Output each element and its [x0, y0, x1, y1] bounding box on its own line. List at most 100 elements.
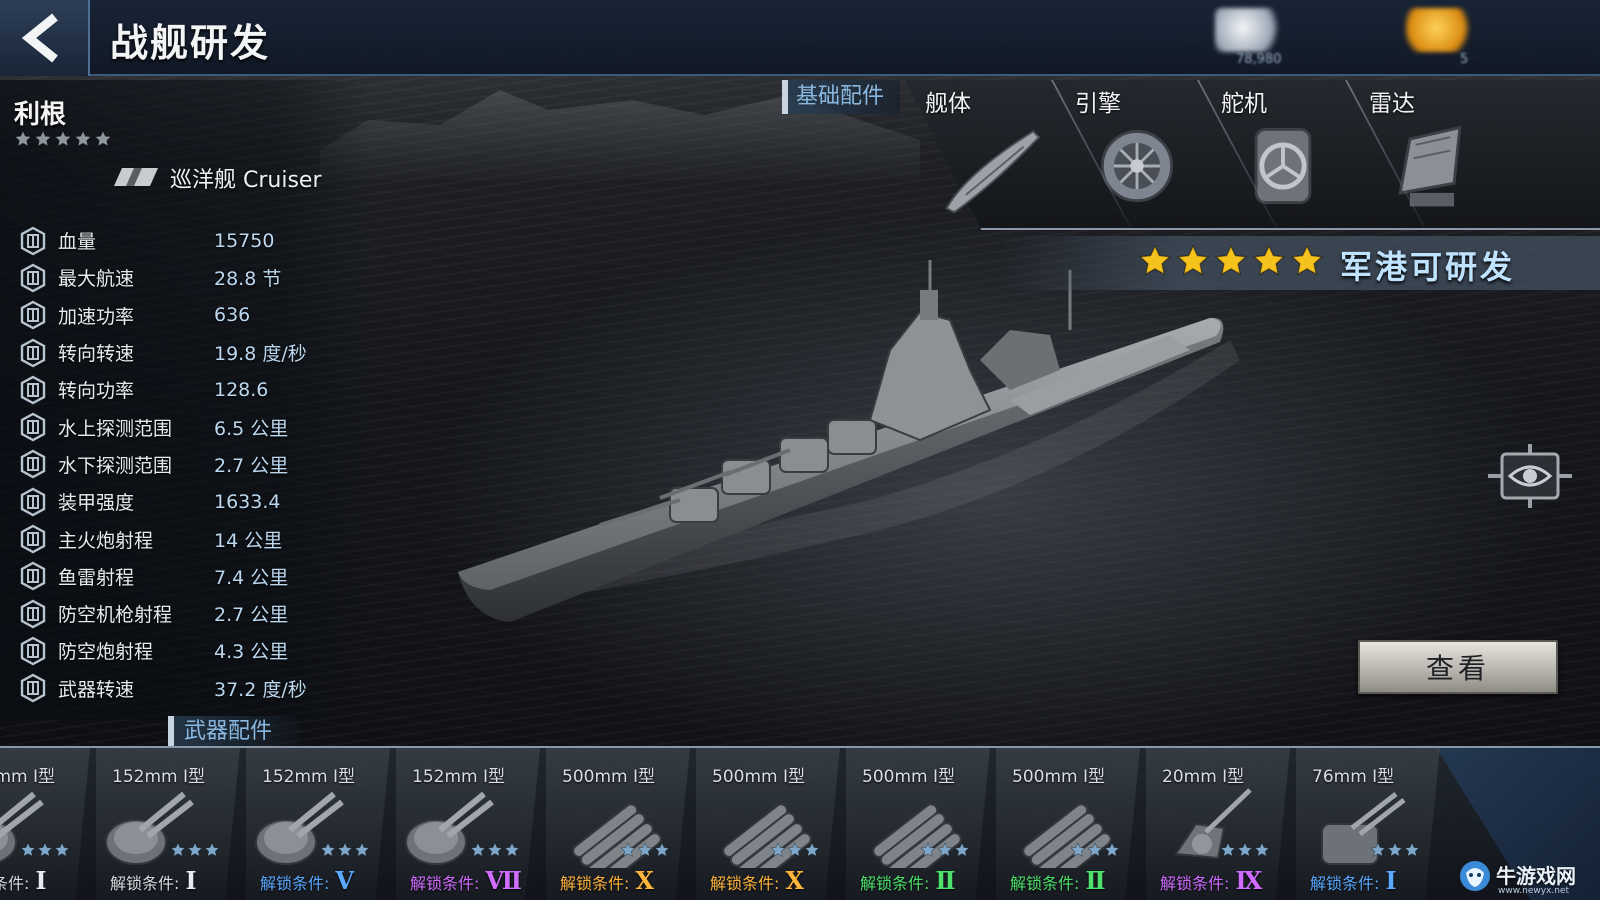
unlock-tier: Ⅴ: [335, 866, 355, 895]
weapon-star-icon: [54, 842, 70, 857]
part-tab-label: 舵机: [1221, 91, 1267, 117]
stat-label: 装甲强度: [58, 492, 135, 515]
weapon-star-rating: [1370, 842, 1420, 858]
weapon-parts-strip: 152mm Ⅰ型解锁条件:Ⅰ152mm Ⅰ型解锁条件:Ⅰ152mm Ⅰ型解锁条件…: [0, 746, 1600, 900]
unlock-tier: Ⅰ: [185, 866, 197, 895]
weapon-unlock-condition: 解锁条件: Ⅰ: [0, 866, 47, 895]
ship-class-icon: [114, 168, 158, 186]
view-button[interactable]: 查看: [1358, 640, 1558, 694]
weapon-slot[interactable]: 152mm Ⅰ型解锁条件: Ⅰ: [0, 748, 96, 900]
cruiser-ship-model[interactable]: [450, 250, 1250, 640]
silver-currency-icon[interactable]: [1215, 8, 1285, 52]
weapon-star-icon: [937, 842, 953, 857]
unlock-label: 解锁条件:: [260, 874, 330, 893]
gold-currency-icon[interactable]: [1405, 8, 1475, 52]
part-tab[interactable]: 引擎: [1055, 80, 1205, 226]
weapon-star-rating: [770, 842, 820, 858]
weapon-slot[interactable]: 500mm Ⅰ型 解锁条件: Ⅹ: [696, 748, 846, 900]
weapon-star-icon: [1104, 842, 1120, 857]
weapon-slot[interactable]: 76mm Ⅰ型 解锁条件: Ⅰ: [1296, 748, 1446, 900]
weapon-slot[interactable]: 500mm Ⅰ型 解锁条件: Ⅱ: [846, 748, 996, 900]
stat-gear-icon: [20, 487, 46, 517]
watermark-logo-icon: [1460, 861, 1490, 891]
weapon-unlock-condition: 解锁条件: Ⅱ: [1010, 866, 1106, 895]
weapon-star-icon: [170, 842, 186, 857]
weapon-star-icon: [920, 842, 936, 857]
weapon-unlock-condition: 解锁条件: Ⅰ: [110, 866, 197, 895]
weapon-slot[interactable]: 500mm Ⅰ型解锁条件: Ⅹ: [546, 748, 696, 900]
weapon-slot[interactable]: 152mm Ⅰ型 解锁条件: Ⅴ: [246, 748, 396, 900]
weapon-name: 500mm Ⅰ型: [1012, 767, 1105, 787]
stat-row: 主火炮射程 14 公里: [18, 520, 358, 557]
stat-value: 15750: [214, 229, 275, 252]
stat-value: 4.3 公里: [214, 641, 289, 664]
weapon-star-rating: [320, 842, 370, 858]
back-arrow-icon: [21, 13, 58, 63]
stat-row: 水下探测范围 2.7 公里: [18, 446, 358, 483]
stat-value: 14 公里: [214, 529, 283, 552]
site-watermark: 牛游戏网 www.newyx.net: [1458, 852, 1600, 900]
weapon-unlock-condition: 解锁条件: Ⅹ: [560, 866, 654, 895]
weapon-star-icon: [954, 842, 970, 857]
stat-label: 转向转速: [58, 343, 135, 366]
weapon-star-icon: [654, 842, 670, 857]
research-status-bar: 军港可研发: [1000, 236, 1600, 290]
weapon-name: 500mm Ⅰ型: [862, 767, 955, 787]
unlock-label: 解锁条件:: [1310, 874, 1380, 893]
rudder-icon: [1254, 128, 1312, 204]
stat-gear-icon: [20, 375, 46, 405]
weapon-star-icon: [1220, 842, 1236, 857]
weapon-name: 500mm Ⅰ型: [712, 767, 805, 787]
stat-value: 1633.4: [214, 490, 281, 513]
weapon-name: 500mm Ⅰ型: [562, 767, 655, 787]
stat-value: 2.7 公里: [214, 454, 289, 477]
part-tab[interactable]: 舵机: [1201, 80, 1351, 226]
weapon-name: 152mm Ⅰ型: [112, 767, 205, 787]
unlock-label: 解锁条件:: [1160, 874, 1230, 893]
unlock-tier: Ⅹ: [785, 866, 805, 895]
weapon-name: 20mm Ⅰ型: [1162, 767, 1245, 787]
stat-label: 防空炮射程: [58, 641, 154, 664]
weapon-star-icon: [787, 842, 803, 857]
hull-icon: [945, 130, 1041, 214]
ship-name: 利根: [14, 100, 67, 130]
top-bar: 战舰研发 78,980 5: [0, 0, 1600, 76]
part-tab[interactable]: 雷达: [1349, 80, 1499, 226]
stat-value: 6.5 公里: [214, 417, 289, 440]
part-tab[interactable]: 舰体: [905, 80, 1055, 226]
back-button[interactable]: [0, 0, 90, 76]
weapon-name: 76mm Ⅰ型: [1312, 767, 1395, 787]
weapon-slot[interactable]: 152mm Ⅰ型解锁条件: Ⅰ: [96, 748, 246, 900]
weapon-star-icon: [37, 842, 53, 857]
research-star-icon: [1214, 244, 1248, 276]
unlock-label: 解锁条件:: [860, 874, 930, 893]
ship-rating-stars: [14, 130, 112, 148]
stat-value: 28.8 节: [214, 268, 282, 291]
camera-view-eye-icon[interactable]: [1480, 440, 1580, 512]
weapon-star-icon: [470, 842, 486, 857]
research-status-text: 军港可研发: [1340, 248, 1516, 286]
stat-gear-icon: [20, 226, 46, 256]
watermark-text: 牛游戏网: [1496, 864, 1576, 888]
weapon-slot[interactable]: 20mm Ⅰ型 解锁条件: Ⅸ: [1146, 748, 1296, 900]
rating-star-icon: [74, 130, 92, 147]
weapon-slot[interactable]: 152mm Ⅰ型 解锁条件: Ⅶ: [396, 748, 546, 900]
weapon-name: 152mm Ⅰ型: [262, 767, 355, 787]
unlock-tier: Ⅶ: [485, 866, 523, 895]
stat-gear-icon: [20, 450, 46, 479]
unlock-tier: Ⅱ: [935, 866, 956, 895]
weapon-star-rating: [1220, 842, 1270, 858]
stat-label: 血量: [58, 231, 97, 254]
unlock-label: 解锁条件:: [0, 874, 30, 893]
weapon-slot[interactable]: 500mm Ⅰ型解锁条件: Ⅱ: [996, 748, 1146, 900]
stat-row: 加速功率 636: [18, 297, 358, 334]
weapon-star-icon: [487, 842, 503, 857]
weapon-name: 152mm Ⅰ型: [0, 767, 55, 787]
weapon-name: 152mm Ⅰ型: [412, 767, 505, 787]
stat-row: 防空炮射程 4.3 公里: [18, 632, 358, 669]
part-tab-label: 舰体: [925, 91, 971, 117]
rating-star-icon: [54, 130, 72, 147]
weapon-unlock-condition: 解锁条件: Ⅹ: [710, 866, 804, 895]
unlock-label: 解锁条件:: [710, 874, 780, 893]
ship-stats-list: 血量 15750 最大航速 28.8 节加速功率 636 转向转速 19.8 度/秒 转向功率…: [18, 222, 358, 707]
